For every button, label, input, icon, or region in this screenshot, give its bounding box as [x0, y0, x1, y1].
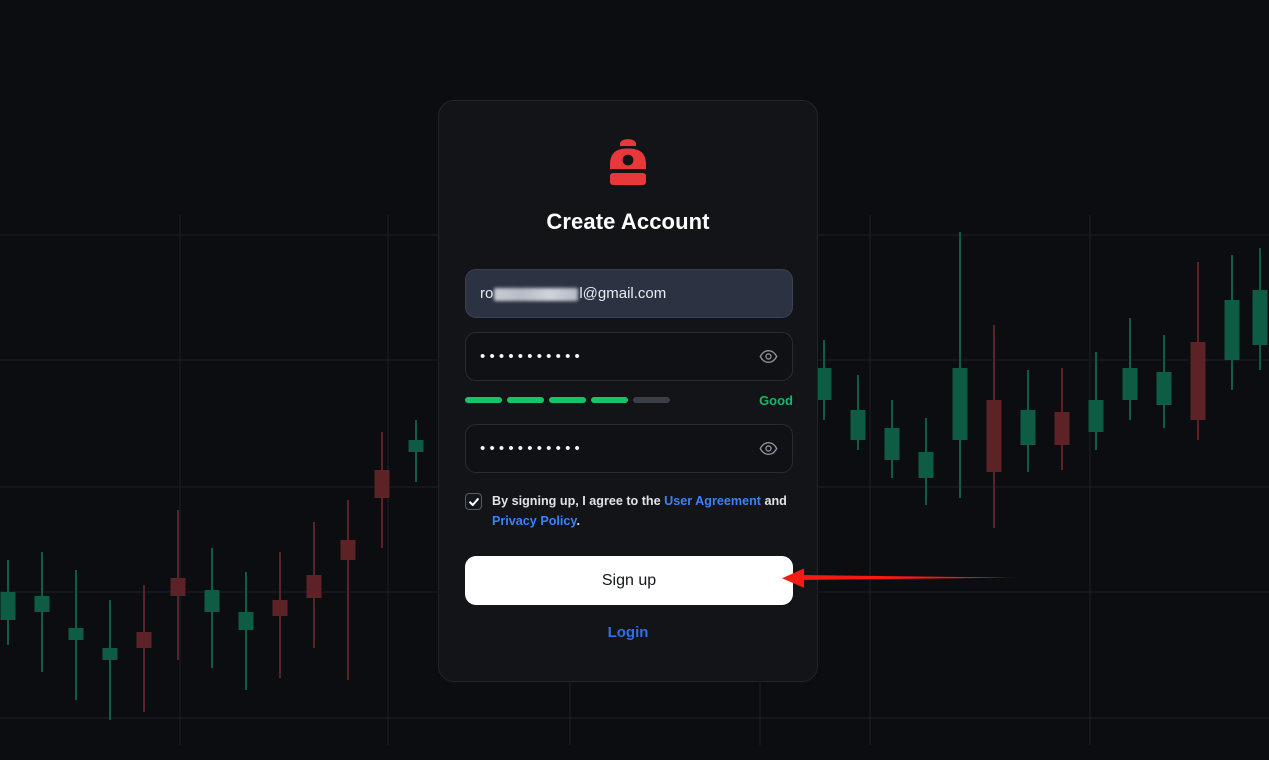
signup-button[interactable]: Sign up — [465, 556, 793, 605]
terms-text-before: By signing up, I agree to the — [492, 494, 665, 508]
terms-text-after: . — [576, 513, 580, 528]
email-redaction-block — [494, 288, 579, 301]
email-input[interactable]: ro l@gmail.com — [465, 269, 793, 318]
user-agreement-link[interactable]: User Agreement — [664, 494, 761, 508]
password-visibility-toggle[interactable] — [756, 345, 780, 369]
app-logo — [439, 135, 817, 191]
eye-icon — [759, 349, 777, 364]
login-link[interactable]: Login — [439, 624, 817, 641]
strength-segment-2 — [507, 397, 544, 403]
email-value: ro l@gmail.com — [480, 285, 666, 302]
terms-agreement-row: By signing up, I agree to the User Agree… — [465, 492, 793, 531]
confirm-password-visibility-toggle[interactable] — [756, 437, 780, 461]
password-input[interactable]: ••••••••••• — [465, 332, 793, 381]
confirm-password-masked-value: ••••••••••• — [480, 440, 584, 457]
strength-segment-4 — [591, 397, 628, 403]
backpack-logo-icon — [610, 139, 646, 185]
email-value-prefix: ro — [480, 285, 494, 302]
strength-segment-1 — [465, 397, 502, 403]
terms-text: By signing up, I agree to the User Agree… — [492, 492, 793, 531]
privacy-policy-link[interactable]: Privacy Policy — [492, 514, 576, 528]
strength-label: Good — [759, 392, 793, 408]
signup-page: Create Account ro l@gmail.com •••••••••••… — [0, 0, 1269, 760]
check-icon — [468, 497, 479, 506]
page-title: Create Account — [546, 209, 710, 234]
strength-segments — [465, 397, 670, 403]
signup-card: Create Account ro l@gmail.com •••••••••••… — [438, 100, 818, 682]
password-strength-meter: Good — [465, 391, 793, 409]
terms-text-middle: and — [760, 494, 787, 508]
terms-checkbox[interactable] — [465, 493, 482, 510]
confirm-password-input[interactable]: ••••••••••• — [465, 424, 793, 473]
strength-segment-5 — [633, 397, 670, 403]
strength-segment-3 — [549, 397, 586, 403]
email-value-suffix: l@gmail.com — [579, 285, 667, 302]
password-masked-value: ••••••••••• — [480, 348, 584, 365]
eye-icon — [759, 441, 777, 456]
